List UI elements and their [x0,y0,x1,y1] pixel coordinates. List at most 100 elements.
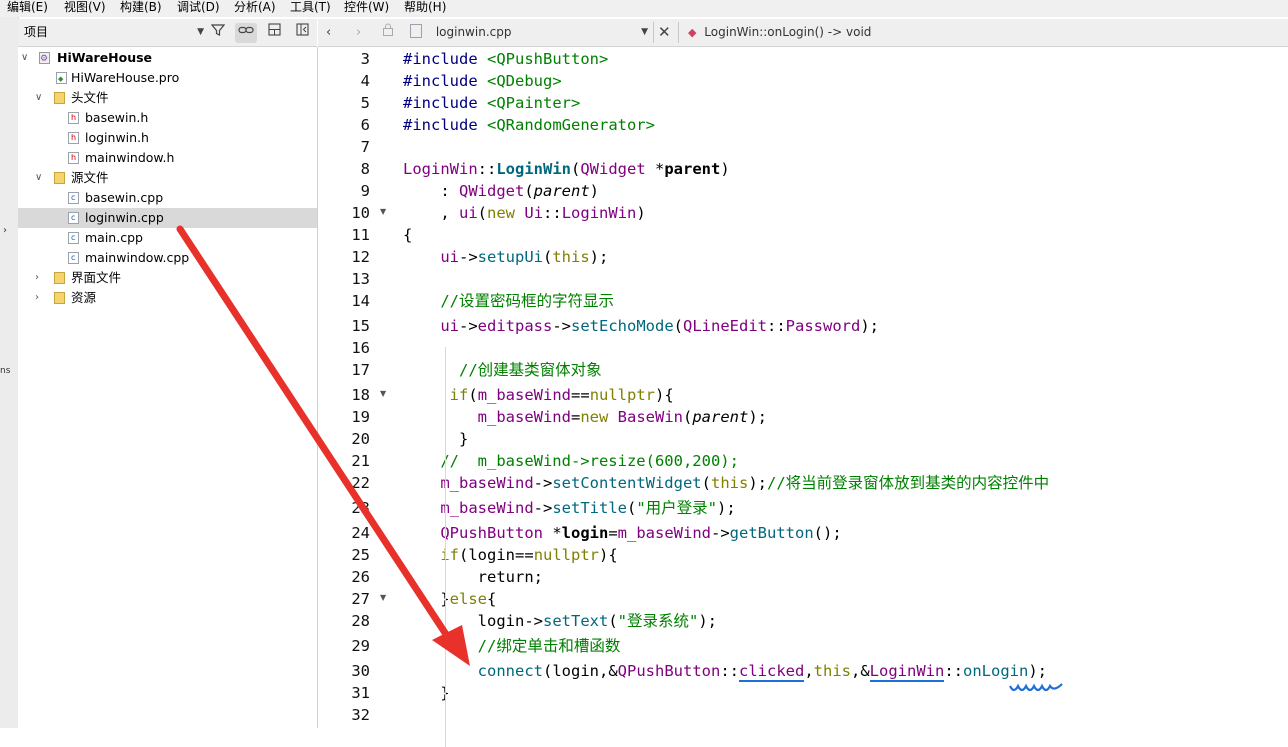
code-editor[interactable]: #include <QPushButton> #include <QDebug>… [400,47,1288,747]
chevron-down-icon: ▼ [641,27,648,37]
project-view-combo[interactable]: 项目 ▼ [22,23,204,42]
chevron-down-icon[interactable]: ∨ [35,88,42,108]
forward-icon[interactable]: › [356,23,361,42]
chevron-down-icon[interactable]: ∨ [35,168,42,188]
line-number: 15 [351,317,370,335]
filter-icon[interactable] [207,23,229,43]
annotated-signal: clicked [739,662,805,682]
pro-file-icon [56,69,67,89]
tree-item-root[interactable]: ∨ HiWareHouse [18,48,317,69]
line-number: 7 [360,138,370,156]
toolbar-separator [678,22,679,43]
fold-marker-icon[interactable]: ▼ [380,389,386,398]
tree-item-mainwindow-h[interactable]: mainwindow.h [18,148,317,168]
line-number: 25 [351,546,370,564]
menu-debug[interactable]: 调试(D) [177,0,220,15]
symbol-combo[interactable]: ◆ LoginWin::onLogin() -> void [688,23,871,42]
tree-item-label: loginwin.cpp [85,210,164,225]
line-number: 27 [351,590,370,608]
line-number: 8 [360,160,370,178]
chevron-right-icon[interactable]: › [35,288,39,308]
code-line: #include <QDebug> [403,72,562,90]
mode-label-fragment: ns [0,366,11,376]
tree-item-label: loginwin.h [85,130,149,145]
tree-item-label: 头文件 [71,90,109,105]
menu-analyze[interactable]: 分析(A) [234,0,276,15]
tree-item-label: 界面文件 [71,270,122,285]
header-file-icon [68,148,79,168]
line-number: 20 [351,430,370,448]
tree-item-label: 源文件 [71,170,109,185]
close-icon[interactable]: ✕ [658,23,671,42]
tree-item-loginwin-h[interactable]: loginwin.h [18,128,317,148]
link-icon[interactable] [235,23,257,43]
tree-item-pro[interactable]: HiWareHouse.pro [18,68,317,89]
code-line: ui->editpass->setEchoMode(QLineEdit::Pas… [440,317,879,335]
line-number: 21 [351,452,370,470]
chevron-down-icon[interactable]: ∨ [21,48,28,68]
tree-item-main-cpp[interactable]: main.cpp [18,228,317,248]
tree-item-label: main.cpp [85,230,143,245]
expand-arrow-icon[interactable]: › [3,225,7,236]
open-file-combo[interactable]: loginwin.cpp ▼ [410,23,648,42]
menu-widgets[interactable]: 控件(W) [344,0,389,15]
project-icon [39,49,50,69]
method-icon: ◆ [688,26,697,39]
line-number: 11 [351,226,370,244]
annotated-slot: onLogin [963,662,1029,680]
tree-item-headers[interactable]: ∨ 头文件 [18,88,317,108]
tree-item-loginwin-cpp[interactable]: loginwin.cpp [18,208,317,228]
fold-marker-icon[interactable]: ▼ [380,593,386,602]
menu-help[interactable]: 帮助(H) [404,0,446,15]
tree-item-resources[interactable]: › 资源 [18,288,317,308]
code-line: return; [477,568,543,586]
line-number: 17 [351,361,370,379]
line-number: 9 [360,182,370,200]
open-file-name: loginwin.cpp [435,25,512,39]
tree-item-label: HiWareHouse.pro [71,70,180,85]
tree-item-sources[interactable]: ∨ 源文件 [18,168,317,188]
line-number: 14 [351,292,370,310]
code-line: if(m_baseWind==nullptr){ [449,386,674,404]
resources-folder-icon [54,292,65,304]
close-sidebar-icon[interactable] [291,23,313,43]
tree-item-basewin-h[interactable]: basewin.h [18,108,317,128]
code-line: // m_baseWind->resize(600,200); [440,452,739,470]
header-folder-icon [54,92,65,104]
line-number: 31 [351,684,370,702]
menu-bar: 编辑(E) 视图(V) 构建(B) 调试(D) 分析(A) 工具(T) 控件(W… [0,0,1288,17]
cpp-file-icon [68,228,79,248]
tree-item-label: basewin.h [85,110,149,125]
menu-build[interactable]: 构建(B) [120,0,162,15]
chevron-right-icon[interactable]: › [35,268,39,288]
toolbar-separator [653,22,654,43]
code-line: } [459,430,469,448]
code-line: connect(login,&QPushButton::clicked,this… [477,662,1047,682]
code-line: //设置密码框的字符显示 [440,292,614,310]
split-icon[interactable] [263,23,285,43]
forms-folder-icon [54,272,65,284]
line-number: 23 [351,499,370,517]
code-line: , ui(new Ui::LoginWin) [403,204,646,222]
header-file-icon [68,128,79,148]
code-line: m_baseWind->setTitle("用户登录"); [440,499,736,517]
fold-marker-icon[interactable]: ▼ [380,207,386,216]
indent-guide [445,347,446,747]
lock-icon[interactable] [382,23,394,42]
tree-item-mainwindow-cpp[interactable]: mainwindow.cpp [18,248,317,268]
menu-tools[interactable]: 工具(T) [290,0,331,15]
line-number-gutter: 3 4 5 6 7 8 9 10 ▼ 11 12 13 14 15 16 17 18 ▼ 19 20 21 22 23 24 2… [318,47,400,728]
line-number: 12 [351,248,370,266]
cpp-file-icon [68,208,79,228]
code-line: { [403,226,413,244]
line-number: 6 [360,116,370,134]
menu-view[interactable]: 视图(V) [64,0,106,15]
tree-item-basewin-cpp[interactable]: basewin.cpp [18,188,317,208]
code-line: m_baseWind->setContentWidget(this);//将当前… [440,474,1050,492]
menu-edit[interactable]: 编辑(E) [7,0,48,15]
tree-item-forms[interactable]: › 界面文件 [18,268,317,288]
back-icon[interactable]: ‹ [326,23,331,42]
code-line: #include <QPainter> [403,94,581,112]
line-number: 32 [351,706,370,724]
project-toolbar: 项目 ▼ [18,19,317,47]
